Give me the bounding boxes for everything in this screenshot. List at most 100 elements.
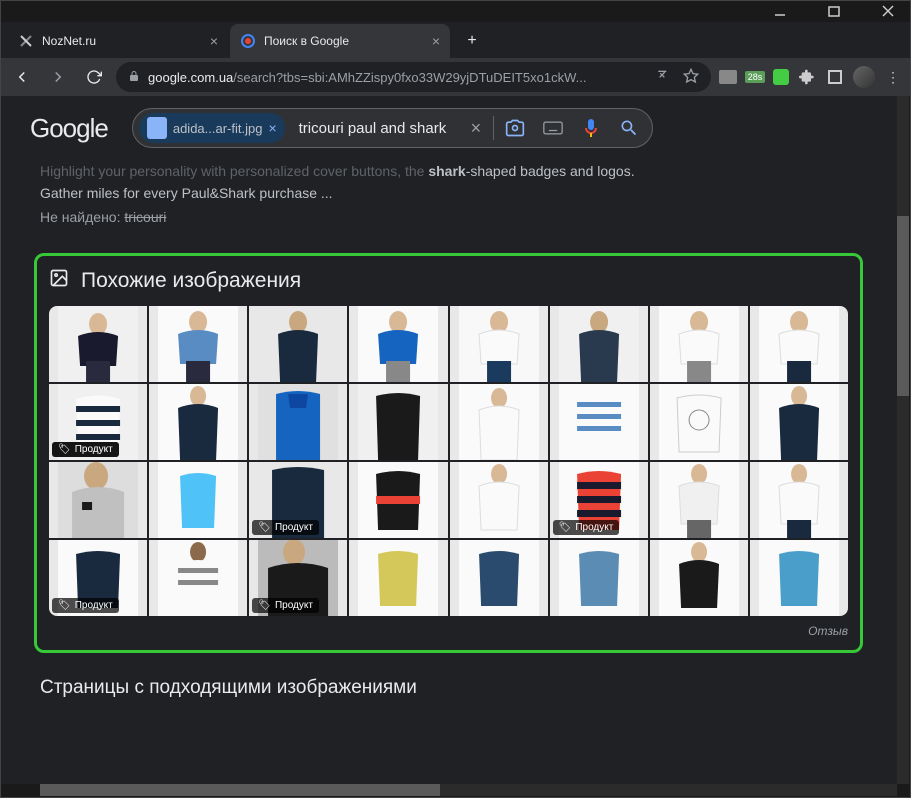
google-searchbar[interactable]: adida...ar-fit.jpg × tricouri paul and s… — [132, 108, 653, 148]
image-thumbnail[interactable] — [349, 306, 447, 382]
product-tag: 🏷Продукт — [52, 598, 119, 613]
window-close-button[interactable] — [873, 0, 903, 22]
favicon-icon — [18, 33, 34, 49]
product-tag: 🏷Продукт — [252, 598, 319, 613]
camera-icon[interactable] — [498, 111, 532, 145]
image-thumbnail[interactable]: 🏷Продукт — [49, 540, 147, 616]
image-thumbnail[interactable] — [450, 306, 548, 382]
reload-button[interactable] — [80, 63, 108, 91]
image-thumbnail[interactable] — [349, 540, 447, 616]
image-thumbnail[interactable] — [650, 306, 748, 382]
image-thumbnail[interactable]: 🏷Продукт — [550, 462, 648, 538]
image-thumbnail[interactable] — [349, 462, 447, 538]
feedback-link[interactable]: Отзыв — [49, 624, 848, 638]
image-thumbnail[interactable] — [650, 462, 748, 538]
tag-icon: 🏷 — [559, 522, 572, 533]
image-thumbnail[interactable] — [249, 306, 347, 382]
window-titlebar — [0, 0, 911, 22]
tab-title: Поиск в Google — [264, 34, 424, 48]
browser-toolbar: google.com.ua/search?tbs=sbi:AMhZZispy0f… — [0, 58, 911, 96]
image-thumbnail[interactable] — [149, 540, 247, 616]
image-thumbnail[interactable] — [550, 540, 648, 616]
window-minimize-button[interactable] — [765, 0, 795, 22]
google-logo[interactable]: Google — [30, 113, 108, 144]
similar-images-grid: 🏷Продукт🏷Продукт 🏷Продукт 🏷Продукт — [49, 306, 848, 616]
similar-images-header: Похожие изображения — [49, 268, 848, 294]
image-thumbnail[interactable] — [450, 384, 548, 460]
image-thumbnail[interactable] — [149, 462, 247, 538]
new-tab-button[interactable]: + — [458, 27, 486, 55]
ext-icon-2[interactable]: 28s — [745, 67, 765, 87]
divider — [493, 116, 494, 140]
lock-icon — [128, 70, 140, 85]
back-button[interactable] — [8, 63, 36, 91]
image-thumbnail[interactable] — [349, 384, 447, 460]
image-thumbnail[interactable]: 🏷Продукт — [249, 462, 347, 538]
image-thumbnail[interactable]: 🏷Продукт — [249, 540, 347, 616]
image-thumbnail[interactable] — [149, 384, 247, 460]
page-content: Google adida...ar-fit.jpg × tricouri pau… — [0, 96, 897, 784]
vertical-scrollbar-thumb[interactable] — [897, 216, 909, 396]
image-thumbnail[interactable] — [750, 384, 848, 460]
extensions-area: 28s ⋮ — [719, 66, 903, 88]
ext-icon-3[interactable] — [773, 69, 789, 85]
chip-label: adida...ar-fit.jpg — [173, 121, 263, 136]
image-thumbnail[interactable] — [450, 462, 548, 538]
image-thumbnail[interactable] — [49, 306, 147, 382]
horizontal-scrollbar-thumb[interactable] — [40, 784, 440, 796]
not-found-line: Не найдено: tricouri — [0, 205, 897, 229]
image-thumbnail[interactable] — [750, 540, 848, 616]
extensions-icon[interactable] — [797, 67, 817, 87]
address-bar[interactable]: google.com.ua/search?tbs=sbi:AMhZZispy0f… — [116, 62, 711, 92]
translate-icon[interactable] — [657, 68, 673, 87]
image-thumbnail[interactable] — [49, 462, 147, 538]
window-maximize-button[interactable] — [819, 0, 849, 22]
image-icon — [49, 268, 69, 294]
image-thumbnail[interactable] — [450, 540, 548, 616]
image-thumbnail[interactable] — [650, 384, 748, 460]
image-thumbnail[interactable] — [550, 306, 648, 382]
image-chip[interactable]: adida...ar-fit.jpg × — [139, 113, 285, 143]
clear-icon[interactable]: × — [463, 118, 490, 139]
tab-google-search[interactable]: Поиск в Google × — [230, 24, 450, 58]
image-thumbnail[interactable]: 🏷Продукт🏷Продукт — [49, 384, 147, 460]
horizontal-scrollbar[interactable] — [40, 784, 897, 796]
image-thumbnail[interactable] — [149, 306, 247, 382]
forward-button[interactable] — [44, 63, 72, 91]
vertical-scrollbar[interactable] — [897, 96, 909, 784]
tag-icon: 🏷 — [58, 600, 71, 611]
chip-thumbnail — [147, 117, 167, 139]
profile-avatar[interactable] — [853, 66, 875, 88]
image-thumbnail[interactable] — [249, 384, 347, 460]
image-thumbnail[interactable] — [650, 540, 748, 616]
keyboard-icon[interactable] — [536, 111, 570, 145]
product-tag: 🏷Продукт — [553, 520, 620, 535]
product-tag: 🏷Продукт — [52, 442, 119, 457]
google-header: Google adida...ar-fit.jpg × tricouri pau… — [0, 96, 897, 160]
chip-remove-icon[interactable]: × — [268, 120, 276, 136]
close-icon[interactable]: × — [432, 33, 440, 49]
ext-icon-1[interactable] — [719, 70, 737, 84]
tab-noznet[interactable]: NozNet.ru × — [8, 24, 228, 58]
similar-images-title: Похожие изображения — [81, 269, 301, 293]
image-thumbnail[interactable] — [750, 462, 848, 538]
tag-icon: 🏷 — [258, 600, 271, 611]
result-snippet: Highlight your personality with personal… — [0, 160, 897, 205]
tag-icon: 🏷 — [258, 522, 271, 533]
search-query-text[interactable]: tricouri paul and shark — [289, 120, 459, 137]
window-icon[interactable] — [825, 67, 845, 87]
tag-icon: 🏷 — [58, 444, 71, 455]
menu-icon[interactable]: ⋮ — [883, 67, 903, 87]
google-favicon-icon — [240, 33, 256, 49]
image-thumbnail[interactable] — [550, 384, 648, 460]
image-thumbnail[interactable] — [750, 306, 848, 382]
mic-icon[interactable] — [574, 111, 608, 145]
search-icon[interactable] — [612, 111, 646, 145]
matching-pages-title: Страницы с подходящими изображениями — [0, 665, 897, 711]
tab-strip: NozNet.ru × Поиск в Google × + — [0, 22, 911, 58]
url-text: google.com.ua/search?tbs=sbi:AMhZZispy0f… — [148, 70, 649, 85]
close-icon[interactable]: × — [210, 33, 218, 49]
star-icon[interactable] — [683, 68, 699, 87]
product-tag: 🏷Продукт — [252, 520, 319, 535]
similar-images-box: Похожие изображения 🏷Продукт🏷Продукт — [34, 253, 863, 653]
